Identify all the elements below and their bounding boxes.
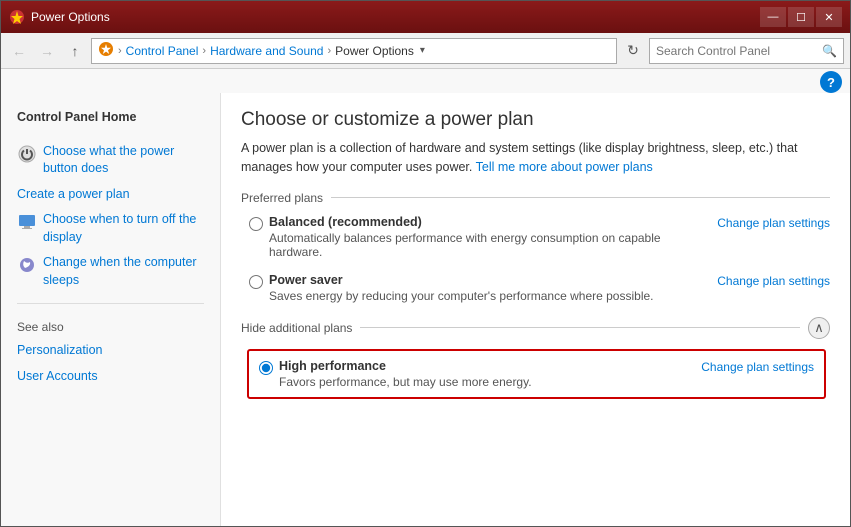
window-icon (9, 9, 25, 25)
back-button[interactable]: ← (7, 39, 31, 63)
address-bar: ← → ↑ › Control Panel › Hardware and Sou… (1, 33, 850, 69)
preferred-plans-line (331, 197, 830, 198)
sidebar-item-sleep[interactable]: Change when the computer sleeps (1, 250, 220, 293)
high-performance-change-link[interactable]: Change plan settings (701, 360, 814, 374)
main-area: Control Panel Home Choose what the power… (1, 93, 850, 526)
power-saver-plan-name: Power saver (269, 273, 697, 287)
breadcrumb-power-options: Power Options (335, 44, 414, 58)
high-performance-plan-name: High performance (279, 359, 681, 373)
hide-plans-header: Hide additional plans ∧ (241, 317, 830, 339)
power-saver-radio[interactable] (249, 275, 263, 289)
title-bar: Power Options — ☐ ✕ (1, 1, 850, 33)
balanced-plan-name: Balanced (recommended) (269, 215, 697, 229)
page-title: Choose or customize a power plan (241, 109, 830, 131)
balanced-radio[interactable] (249, 217, 263, 231)
tell-me-more-link[interactable]: Tell me more about power plans (476, 160, 653, 174)
breadcrumb-icon (98, 41, 114, 60)
power-saver-change-link[interactable]: Change plan settings (717, 274, 830, 288)
sidebar-link-user-accounts[interactable]: User Accounts (1, 364, 220, 390)
high-performance-radio[interactable] (259, 361, 273, 375)
breadcrumb-hardware-sound[interactable]: Hardware and Sound (210, 44, 323, 58)
balanced-change-link[interactable]: Change plan settings (717, 216, 830, 230)
breadcrumb-control-panel[interactable]: Control Panel (126, 44, 199, 58)
plan-item-power-saver: Power saver Saves energy by reducing you… (241, 273, 830, 303)
plan-item-balanced: Balanced (recommended) Automatically bal… (241, 215, 830, 259)
plan-item-high-performance: High performance Favors performance, but… (247, 349, 826, 399)
balanced-plan-desc: Automatically balances performance with … (269, 231, 697, 259)
hide-plans-label: Hide additional plans (241, 321, 352, 335)
sidebar-item-display[interactable]: Choose when to turn off the display (1, 207, 220, 250)
close-button[interactable]: ✕ (816, 7, 842, 27)
breadcrumb-dropdown-icon[interactable]: ▾ (420, 45, 425, 56)
high-performance-plan-desc: Favors performance, but may use more ene… (279, 375, 681, 389)
search-input[interactable] (656, 44, 822, 58)
help-area: ? (1, 69, 850, 93)
maximize-button[interactable]: ☐ (788, 7, 814, 27)
sidebar-link-personalization[interactable]: Personalization (1, 338, 220, 364)
up-button[interactable]: ↑ (63, 39, 87, 63)
main-window: Power Options — ☐ ✕ ← → ↑ › Control Pane… (0, 0, 851, 527)
power-saver-plan-desc: Saves energy by reducing your computer's… (269, 289, 697, 303)
content-panel: Choose or customize a power plan A power… (221, 93, 850, 526)
hide-plans-line (360, 327, 800, 328)
breadcrumb[interactable]: › Control Panel › Hardware and Sound › P… (91, 38, 617, 64)
preferred-plans-header: Preferred plans (241, 191, 830, 205)
minimize-button[interactable]: — (760, 7, 786, 27)
forward-button[interactable]: → (35, 39, 59, 63)
see-also-label: See also (1, 314, 220, 338)
page-description: A power plan is a collection of hardware… (241, 139, 830, 177)
sidebar-link-create-plan[interactable]: Create a power plan (1, 182, 220, 208)
preferred-plans-label: Preferred plans (241, 191, 323, 205)
sidebar: Control Panel Home Choose what the power… (1, 93, 221, 526)
refresh-button[interactable]: ↻ (621, 39, 645, 63)
sidebar-item-power-button[interactable]: Choose what the power button does (1, 139, 220, 182)
search-box[interactable]: 🔍 (649, 38, 844, 64)
search-icon: 🔍 (822, 44, 837, 58)
power-button-icon (17, 144, 37, 164)
display-icon (17, 212, 37, 232)
sidebar-control-panel-home[interactable]: Control Panel Home (1, 105, 220, 131)
help-button[interactable]: ? (820, 71, 842, 93)
hide-plans-toggle[interactable]: ∧ (808, 317, 830, 339)
sidebar-link-power-button[interactable]: Choose what the power button does (43, 143, 204, 178)
sleep-icon (17, 255, 37, 275)
title-bar-controls: — ☐ ✕ (760, 7, 842, 27)
sidebar-divider (17, 303, 204, 304)
window-title: Power Options (31, 10, 754, 24)
sidebar-link-sleep[interactable]: Change when the computer sleeps (43, 254, 204, 289)
sidebar-link-turn-off-display[interactable]: Choose when to turn off the display (43, 211, 204, 246)
